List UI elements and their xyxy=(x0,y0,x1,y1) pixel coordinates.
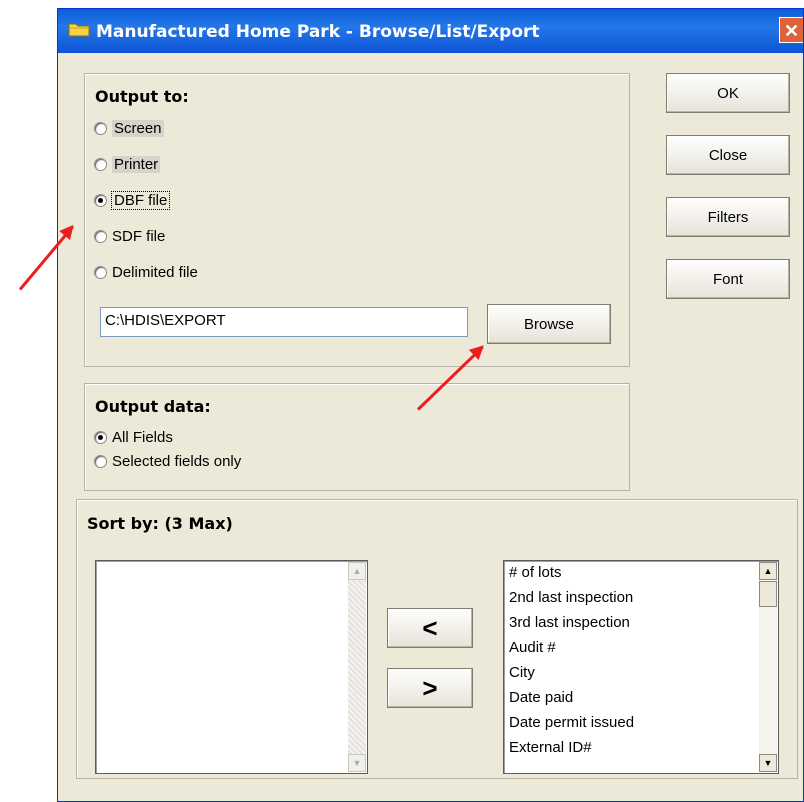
radio-circle-selected xyxy=(94,193,107,207)
scroll-down-icon[interactable]: ▼ xyxy=(759,754,777,772)
folder-icon xyxy=(68,23,90,37)
scroll-up-icon[interactable]: ▲ xyxy=(759,562,777,580)
available-fields-list[interactable]: # of lots 2nd last inspection 3rd last i… xyxy=(503,560,779,774)
list-item[interactable]: City xyxy=(509,663,535,683)
radio-label-dbf-file: DBF file xyxy=(110,190,171,210)
font-button[interactable]: Font xyxy=(666,259,790,299)
radio-circle xyxy=(94,265,107,279)
scrollbar[interactable]: ▲ ▼ xyxy=(348,562,366,772)
radio-sdf-file[interactable]: SDF file xyxy=(94,225,165,247)
close-window-icon[interactable]: ✕ xyxy=(779,17,803,43)
output-to-title: Output to: xyxy=(95,87,189,106)
radio-label-selected-fields-only: Selected fields only xyxy=(112,452,242,470)
radio-circle xyxy=(94,121,107,135)
radio-label-screen: Screen xyxy=(112,119,164,137)
title-bar[interactable]: Manufactured Home Park - Browse/List/Exp… xyxy=(58,9,803,53)
scrollbar[interactable]: ▲ ▼ xyxy=(759,562,777,772)
radio-label-printer: Printer xyxy=(112,155,161,173)
list-item[interactable]: External ID# xyxy=(509,738,592,758)
radio-screen[interactable]: Screen xyxy=(94,117,164,139)
sort-by-group: Sort by: (3 Max) ▲ ▼ < > # of lots 2nd l… xyxy=(76,499,798,779)
output-data-title: Output data: xyxy=(95,397,211,416)
sort-by-title: Sort by: (3 Max) xyxy=(87,514,233,533)
list-item[interactable]: 2nd last inspection xyxy=(509,588,633,608)
selected-sort-fields-list[interactable]: ▲ ▼ xyxy=(95,560,368,774)
filters-button[interactable]: Filters xyxy=(666,197,790,237)
radio-selected-fields-only[interactable]: Selected fields only xyxy=(94,450,241,472)
radio-all-fields[interactable]: All Fields xyxy=(94,426,173,448)
dialog-window: Manufactured Home Park - Browse/List/Exp… xyxy=(57,8,804,802)
add-sort-field-button[interactable]: < xyxy=(387,608,473,648)
output-data-group: Output data: All Fields Selected fields … xyxy=(84,383,630,491)
radio-label-sdf-file: SDF file xyxy=(112,227,166,245)
export-path-input[interactable]: C:\HDIS\EXPORT xyxy=(100,307,468,337)
scroll-down-icon[interactable]: ▼ xyxy=(348,754,366,772)
close-button[interactable]: Close xyxy=(666,135,790,175)
scroll-up-icon[interactable]: ▲ xyxy=(348,562,366,580)
list-item[interactable]: Date permit issued xyxy=(509,713,634,733)
ok-button[interactable]: OK xyxy=(666,73,790,113)
list-item[interactable]: 3rd last inspection xyxy=(509,613,630,633)
list-item[interactable]: Date paid xyxy=(509,688,573,708)
scroll-thumb[interactable] xyxy=(759,581,777,607)
output-to-group: Output to: Screen Printer DBF file SDF f… xyxy=(84,73,630,367)
radio-delimited-file[interactable]: Delimited file xyxy=(94,261,198,283)
radio-circle-selected xyxy=(94,430,107,444)
browse-button[interactable]: Browse xyxy=(487,304,611,344)
radio-circle xyxy=(94,157,107,171)
radio-dbf-file[interactable]: DBF file xyxy=(94,189,171,211)
remove-sort-field-button[interactable]: > xyxy=(387,668,473,708)
list-item[interactable]: Audit # xyxy=(509,638,556,658)
radio-printer[interactable]: Printer xyxy=(94,153,161,175)
list-item[interactable]: # of lots xyxy=(509,563,562,583)
radio-label-delimited-file: Delimited file xyxy=(112,263,198,281)
radio-circle xyxy=(94,229,107,243)
radio-label-all-fields: All Fields xyxy=(112,428,173,446)
radio-circle xyxy=(94,454,107,468)
window-title: Manufactured Home Park - Browse/List/Exp… xyxy=(96,22,540,42)
